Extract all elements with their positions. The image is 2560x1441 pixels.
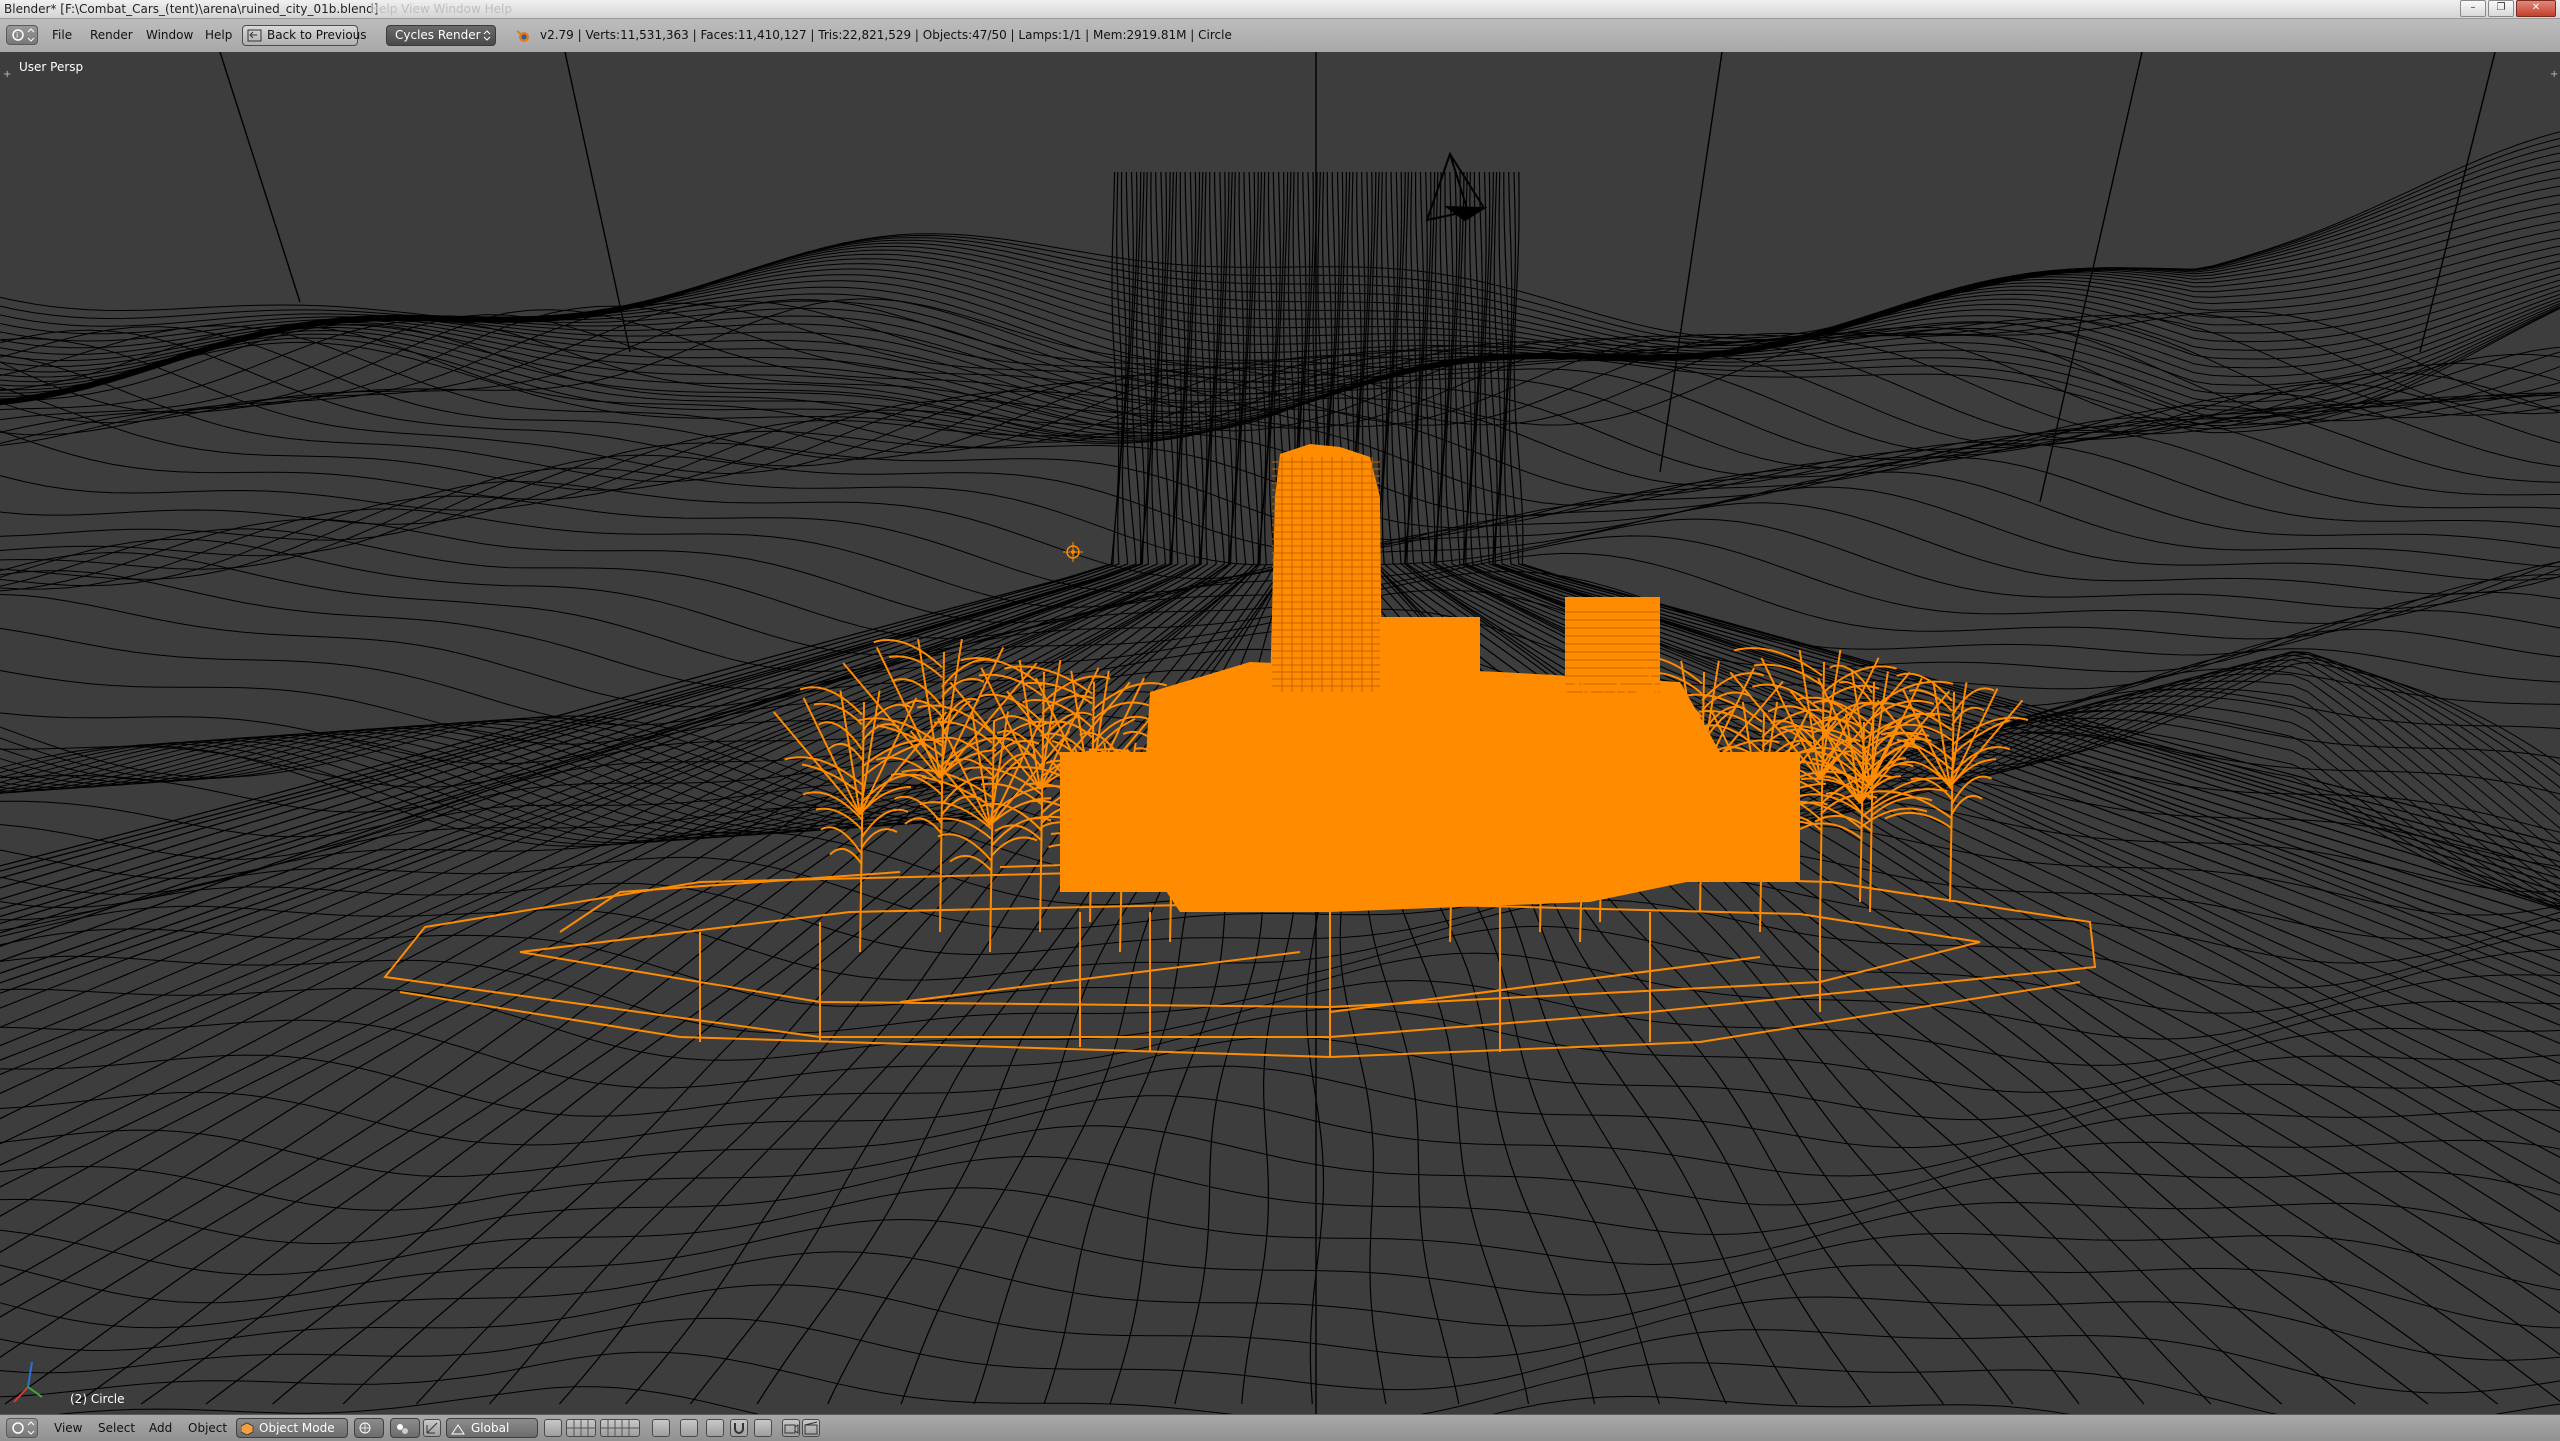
orientation-dropdown[interactable]: Global [446, 1418, 538, 1438]
snap-element-button[interactable] [730, 1419, 748, 1437]
info-header: i File Render Window Help Back to Previo… [0, 19, 2560, 53]
close-button[interactable]: ✕ [2516, 0, 2556, 17]
viewport-header: View Select Add Object Object Mode Globa… [0, 1414, 2560, 1441]
menu-help[interactable]: Help [205, 28, 232, 42]
mode-dropdown[interactable]: Object Mode [236, 1418, 348, 1438]
corner-plus-left-icon[interactable]: + [3, 70, 11, 80]
proportional-edit-button[interactable] [680, 1419, 698, 1437]
corner-plus-right-icon[interactable]: + [2550, 70, 2558, 80]
editor-type-button[interactable]: i [6, 25, 38, 45]
snap-target-button[interactable] [754, 1419, 772, 1437]
window-controls: – ❐ ✕ [2460, 0, 2556, 17]
back-to-previous-button[interactable]: Back to Previous [242, 25, 367, 46]
orientation-value: Global [471, 1421, 510, 1435]
back-to-previous-label: Back to Previous [267, 28, 367, 42]
menu-file[interactable]: File [52, 28, 72, 42]
lock-layers-button[interactable] [652, 1419, 670, 1437]
view-label: User Persp [19, 60, 84, 74]
wireframe-shading-icon [359, 1422, 371, 1434]
magnet-icon [734, 1423, 744, 1434]
menu-render[interactable]: Render [90, 28, 133, 42]
active-object-label: (2) Circle [70, 1392, 125, 1406]
layers-grid-1[interactable] [566, 1419, 596, 1437]
shading-dropdown[interactable] [354, 1418, 384, 1438]
window-titlebar: Blender* [F:\Combat_Cars_(tent)\arena\ru… [0, 0, 2560, 19]
minimize-button[interactable]: – [2460, 0, 2486, 17]
layer-button-1[interactable] [544, 1419, 562, 1437]
scene-statistics: v2.79 | Verts:11,531,363 | Faces:11,410,… [540, 28, 1232, 42]
camera-render-icon [784, 1424, 799, 1434]
opengl-render-button[interactable] [782, 1419, 800, 1437]
svg-text:i: i [16, 31, 18, 40]
opengl-anim-button[interactable] [802, 1419, 820, 1437]
menu-add[interactable]: Add [149, 1421, 172, 1435]
menu-select[interactable]: Select [98, 1421, 135, 1435]
titlebar-ghost-menus: Help View Window Help [370, 2, 512, 16]
3d-view-icon [12, 1421, 35, 1435]
orientation-icon [451, 1424, 465, 1435]
menu-window[interactable]: Window [146, 28, 193, 42]
layers-grid-icon-2 [601, 1420, 639, 1436]
layers-grid-2[interactable] [600, 1419, 640, 1437]
snap-toggle[interactable] [706, 1419, 724, 1437]
chevron-updown-icon [483, 30, 491, 41]
manipulator-icon [426, 1422, 438, 1434]
menu-object[interactable]: Object [188, 1421, 227, 1435]
layers-grid-icon [567, 1420, 595, 1436]
object-mode-icon [241, 1422, 254, 1435]
pivot-point-icon [397, 1424, 408, 1434]
back-icon [247, 29, 262, 42]
3d-viewport[interactable]: User Persp (2) Circle + + [0, 52, 2560, 1414]
window-title: Blender* [F:\Combat_Cars_(tent)\arena\ru… [4, 2, 379, 16]
menu-view[interactable]: View [54, 1421, 82, 1435]
mode-value: Object Mode [259, 1421, 335, 1435]
info-editor-icon: i [12, 28, 35, 42]
manipulator-toggle[interactable] [423, 1419, 441, 1437]
render-engine-value: Cycles Render [395, 28, 481, 42]
pivot-dropdown[interactable] [390, 1418, 420, 1438]
render-engine-dropdown[interactable]: Cycles Render [386, 25, 496, 46]
clapper-icon [804, 1421, 818, 1435]
maximize-button[interactable]: ❐ [2488, 0, 2514, 17]
editor-type-button-3d[interactable] [6, 1418, 38, 1438]
viewport-canvas[interactable] [0, 52, 2560, 1414]
blender-logo-icon [516, 30, 529, 42]
